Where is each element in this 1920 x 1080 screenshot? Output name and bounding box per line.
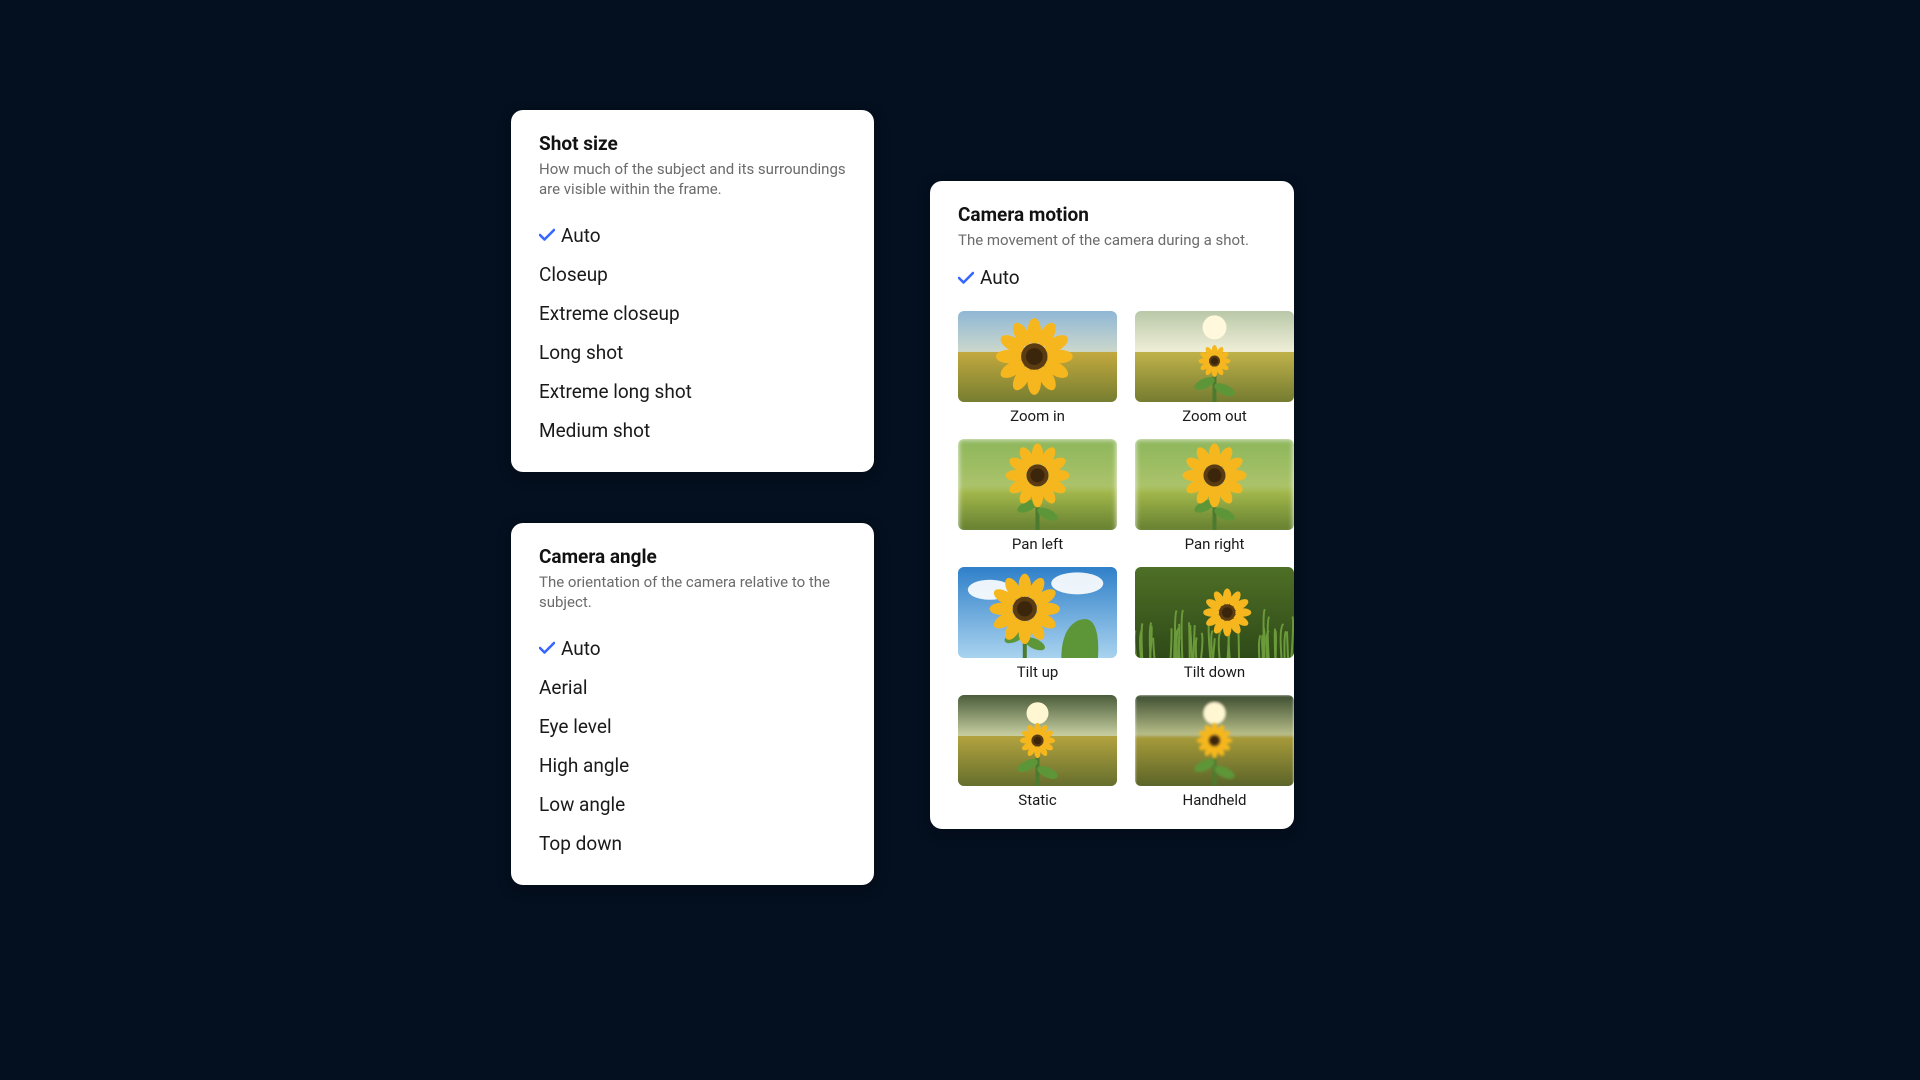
camera-angle-panel: Camera angle The orientation of the came… xyxy=(511,523,874,885)
camera-motion-thumb-pan-left[interactable]: Pan left xyxy=(958,439,1117,553)
shot-size-option-long-shot[interactable]: Long shot xyxy=(539,333,846,372)
sunflower-thumbnail xyxy=(958,567,1117,658)
shot-size-option-label: Medium shot xyxy=(539,419,650,442)
checkmark-icon xyxy=(539,641,561,655)
camera-angle-option-label: High angle xyxy=(539,754,629,777)
shot-size-option-closeup[interactable]: Closeup xyxy=(539,255,846,294)
camera-motion-thumb-static[interactable]: Static xyxy=(958,695,1117,809)
sunflower-thumbnail xyxy=(958,439,1117,530)
camera-motion-thumb-label: Tilt down xyxy=(1184,663,1245,681)
camera-motion-desc: The movement of the camera during a shot… xyxy=(958,230,1266,250)
camera-angle-option-aerial[interactable]: Aerial xyxy=(539,668,846,707)
shot-size-panel: Shot size How much of the subject and it… xyxy=(511,110,874,472)
camera-motion-thumb-tilt-down[interactable]: Tilt down xyxy=(1135,567,1294,681)
camera-angle-options: Auto Aerial Eye level High angle Low angle To… xyxy=(539,629,846,863)
camera-motion-thumb-handheld[interactable]: Handheld xyxy=(1135,695,1294,809)
shot-size-option-medium-shot[interactable]: Medium shot xyxy=(539,411,846,450)
shot-size-option-label: Closeup xyxy=(539,263,608,286)
sunflower-thumbnail xyxy=(1135,567,1294,658)
camera-motion-thumb-label: Static xyxy=(1018,791,1056,809)
camera-angle-option-high-angle[interactable]: High angle xyxy=(539,746,846,785)
sunflower-thumbnail xyxy=(1135,311,1294,402)
camera-motion-thumb-zoom-out[interactable]: Zoom out xyxy=(1135,311,1294,425)
shot-size-option-label: Extreme long shot xyxy=(539,380,692,403)
camera-angle-option-auto[interactable]: Auto xyxy=(539,629,846,668)
sunflower-thumbnail xyxy=(958,311,1117,402)
camera-motion-panel: Camera motion The movement of the camera… xyxy=(930,181,1294,829)
camera-motion-thumb-label: Pan right xyxy=(1185,535,1245,553)
sunflower-thumbnail xyxy=(1135,695,1294,786)
checkmark-icon xyxy=(958,271,980,285)
shot-size-option-label: Auto xyxy=(561,224,601,247)
camera-angle-option-top-down[interactable]: Top down xyxy=(539,824,846,863)
camera-motion-thumb-tilt-up[interactable]: Tilt up xyxy=(958,567,1117,681)
camera-motion-thumb-label: Zoom out xyxy=(1182,407,1247,425)
shot-size-title: Shot size xyxy=(539,132,846,155)
camera-motion-title: Camera motion xyxy=(958,203,1266,226)
camera-motion-thumb-label: Tilt up xyxy=(1017,663,1059,681)
camera-motion-thumb-pan-right[interactable]: Pan right xyxy=(1135,439,1294,553)
camera-motion-thumb-label: Handheld xyxy=(1183,791,1247,809)
camera-angle-option-label: Eye level xyxy=(539,715,612,738)
camera-motion-thumb-label: Zoom in xyxy=(1010,407,1065,425)
shot-size-option-auto[interactable]: Auto xyxy=(539,216,846,255)
shot-size-option-label: Long shot xyxy=(539,341,623,364)
sunflower-thumbnail xyxy=(1135,439,1294,530)
camera-angle-option-label: Top down xyxy=(539,832,622,855)
camera-angle-option-label: Aerial xyxy=(539,676,587,699)
shot-size-options: Auto Closeup Extreme closeup Long shot Extre… xyxy=(539,216,846,450)
camera-motion-option-auto[interactable]: Auto xyxy=(958,260,1266,301)
camera-motion-thumb-label: Pan left xyxy=(1012,535,1063,553)
checkmark-icon xyxy=(539,228,561,242)
camera-angle-title: Camera angle xyxy=(539,545,846,568)
camera-angle-option-label: Low angle xyxy=(539,793,625,816)
camera-motion-auto-label: Auto xyxy=(980,266,1020,289)
camera-motion-thumbs: Zoom in Zoom out Pan left Pan right Tilt… xyxy=(958,311,1266,809)
camera-angle-desc: The orientation of the camera relative t… xyxy=(539,572,846,613)
shot-size-option-extreme-long-shot[interactable]: Extreme long shot xyxy=(539,372,846,411)
camera-angle-option-low-angle[interactable]: Low angle xyxy=(539,785,846,824)
camera-motion-thumb-zoom-in[interactable]: Zoom in xyxy=(958,311,1117,425)
shot-size-desc: How much of the subject and its surround… xyxy=(539,159,846,200)
sunflower-thumbnail xyxy=(958,695,1117,786)
shot-size-option-label: Extreme closeup xyxy=(539,302,680,325)
camera-angle-option-eye-level[interactable]: Eye level xyxy=(539,707,846,746)
camera-angle-option-label: Auto xyxy=(561,637,601,660)
shot-size-option-extreme-closeup[interactable]: Extreme closeup xyxy=(539,294,846,333)
